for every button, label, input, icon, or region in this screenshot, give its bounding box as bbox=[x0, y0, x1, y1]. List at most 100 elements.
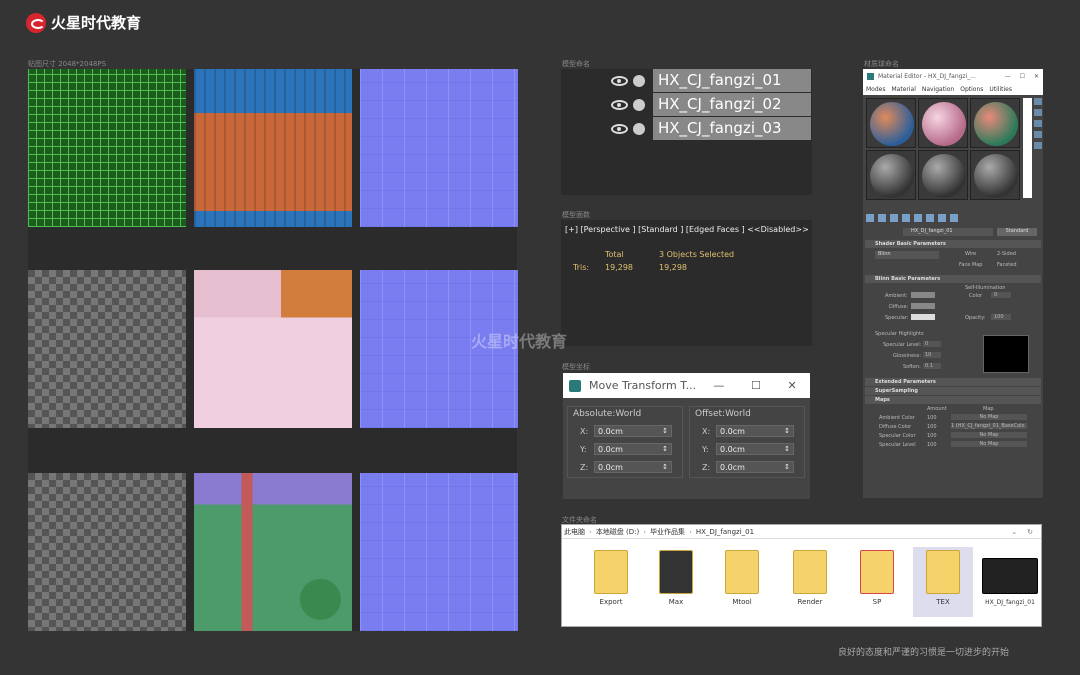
glossiness-field[interactable]: 10 bbox=[923, 352, 941, 358]
blinn-rollout[interactable]: Blinn Basic Parameters bbox=[865, 275, 1041, 283]
render-toggle-icon[interactable] bbox=[633, 74, 645, 87]
visibility-eye-icon[interactable] bbox=[611, 75, 628, 86]
folder-item[interactable]: Export bbox=[581, 550, 641, 606]
tool-icon[interactable] bbox=[890, 214, 898, 222]
total-label: Total bbox=[605, 250, 624, 259]
menu-options[interactable]: Options bbox=[960, 86, 983, 93]
offset-x-field[interactable]: 0.0cm bbox=[716, 425, 794, 437]
minimize-icon[interactable]: — bbox=[713, 379, 724, 392]
folder-label: TEX bbox=[936, 598, 950, 606]
layer-row[interactable]: HX_CJ_fangzi_01 bbox=[561, 69, 811, 92]
folder-item[interactable]: Render bbox=[780, 550, 840, 606]
breadcrumb-item[interactable]: 毕业作品集 bbox=[650, 527, 685, 537]
chevron-down-icon[interactable]: ⌄ bbox=[1011, 528, 1017, 536]
specular-swatch[interactable] bbox=[911, 314, 935, 320]
map-row-amount[interactable]: 100 bbox=[927, 424, 937, 430]
folder-item[interactable]: Max bbox=[646, 550, 706, 606]
layer-row[interactable]: HX_CJ_fangzi_02 bbox=[561, 93, 811, 116]
minimize-icon[interactable]: — bbox=[1005, 73, 1011, 80]
two-sided-checkbox[interactable]: 2-Sided bbox=[997, 251, 1016, 257]
extended-rollout[interactable]: Extended Parameters bbox=[865, 378, 1041, 386]
supersampling-rollout[interactable]: SuperSampling bbox=[865, 387, 1041, 395]
map-row-name: Ambient Color bbox=[879, 415, 915, 421]
shader-dropdown[interactable]: Blinn bbox=[875, 251, 939, 259]
visibility-eye-icon[interactable] bbox=[611, 99, 628, 110]
tool-icon[interactable] bbox=[878, 214, 886, 222]
folder-icon bbox=[793, 550, 827, 594]
viewport-label[interactable]: [+] [Perspective ] [Standard ] [Edged Fa… bbox=[565, 225, 809, 234]
material-slot[interactable] bbox=[970, 98, 1020, 148]
close-icon[interactable]: ✕ bbox=[787, 379, 796, 392]
maximize-icon[interactable]: ☐ bbox=[1020, 73, 1025, 80]
file-item[interactable]: HX_DJ_fangzi_01 bbox=[979, 550, 1041, 606]
folder-item-selected[interactable]: TEX bbox=[913, 547, 973, 617]
tool-icon[interactable] bbox=[1034, 131, 1042, 138]
map-row-button[interactable]: No Map bbox=[951, 432, 1027, 438]
offset-y-field[interactable]: 0.0cm bbox=[716, 443, 794, 455]
ambient-swatch[interactable] bbox=[911, 292, 935, 298]
specular-level-field[interactable]: 0 bbox=[923, 341, 941, 347]
uv-layout-1 bbox=[28, 69, 186, 227]
tool-icon[interactable] bbox=[866, 214, 874, 222]
absolute-z-field[interactable]: 0.0cm bbox=[594, 461, 672, 473]
menu-modes[interactable]: Modes bbox=[866, 86, 885, 93]
menu-material[interactable]: Material bbox=[891, 86, 915, 93]
render-toggle-icon[interactable] bbox=[633, 122, 645, 135]
material-type-button[interactable]: Standard bbox=[997, 228, 1037, 236]
shader-rollout[interactable]: Shader Basic Parameters bbox=[865, 240, 1041, 248]
face-map-checkbox[interactable]: Face Map bbox=[959, 262, 982, 268]
visibility-eye-icon[interactable] bbox=[611, 123, 628, 134]
opacity-value-field[interactable]: 100 bbox=[991, 314, 1011, 320]
map-row-amount[interactable]: 100 bbox=[927, 433, 937, 439]
tool-icon[interactable] bbox=[1034, 109, 1042, 116]
tool-icon[interactable] bbox=[914, 214, 922, 222]
material-slot[interactable] bbox=[970, 150, 1020, 200]
map-row-amount[interactable]: 100 bbox=[927, 442, 937, 448]
faceted-checkbox[interactable]: Faceted bbox=[997, 262, 1017, 268]
absolute-x-field[interactable]: 0.0cm bbox=[594, 425, 672, 437]
soften-field[interactable]: 0.1 bbox=[923, 363, 941, 369]
slot-scrollbar[interactable] bbox=[1023, 98, 1032, 198]
maximize-icon[interactable]: ☐ bbox=[751, 379, 761, 392]
menu-navigation[interactable]: Navigation bbox=[922, 86, 954, 93]
folder-item[interactable]: SP bbox=[847, 550, 907, 606]
tool-icon[interactable] bbox=[1034, 98, 1042, 105]
layer-row[interactable]: HX_CJ_fangzi_03 bbox=[561, 117, 811, 140]
refresh-icon[interactable]: ↻ bbox=[1027, 528, 1033, 536]
uv-layout-3 bbox=[28, 473, 186, 631]
breadcrumb-item[interactable]: HX_DJ_fangzi_01 bbox=[696, 528, 754, 536]
diffuse-swatch[interactable] bbox=[911, 303, 935, 309]
max-file-thumbnail-icon bbox=[982, 558, 1038, 594]
layer-name[interactable]: HX_CJ_fangzi_02 bbox=[653, 93, 811, 116]
map-row-button[interactable]: No Map bbox=[951, 441, 1027, 447]
tool-icon[interactable] bbox=[950, 214, 958, 222]
color-value-field[interactable]: 0 bbox=[991, 292, 1011, 298]
material-slot[interactable] bbox=[918, 150, 968, 200]
maps-rollout[interactable]: Maps bbox=[865, 396, 1041, 404]
material-slot[interactable] bbox=[866, 98, 916, 148]
map-row-button[interactable]: 1 (HX_CJ_fangzi_01_BaseColo bbox=[951, 423, 1027, 429]
tool-icon[interactable] bbox=[1034, 120, 1042, 127]
map-row-amount[interactable]: 100 bbox=[927, 415, 937, 421]
offset-z-field[interactable]: 0.0cm bbox=[716, 461, 794, 473]
breadcrumb-item[interactable]: 本地磁盘 (D:) bbox=[596, 527, 639, 537]
breadcrumb-item[interactable]: 此电脑 bbox=[564, 527, 585, 537]
folder-item[interactable]: Mtool bbox=[712, 550, 772, 606]
layer-name[interactable]: HX_CJ_fangzi_03 bbox=[653, 117, 811, 140]
layer-name[interactable]: HX_CJ_fangzi_01 bbox=[653, 69, 811, 92]
material-slot[interactable] bbox=[918, 98, 968, 148]
material-slot[interactable] bbox=[866, 150, 916, 200]
wire-checkbox[interactable]: Wire bbox=[965, 251, 976, 257]
axis-y-label: Y: bbox=[580, 444, 587, 454]
render-toggle-icon[interactable] bbox=[633, 98, 645, 111]
tool-icon[interactable] bbox=[938, 214, 946, 222]
tool-icon[interactable] bbox=[902, 214, 910, 222]
map-row-button[interactable]: No Map bbox=[951, 414, 1027, 420]
menu-utilities[interactable]: Utilities bbox=[989, 86, 1012, 93]
material-name-field[interactable]: HX_DJ_fangzi_01 bbox=[903, 228, 993, 236]
tool-icon[interactable] bbox=[926, 214, 934, 222]
absolute-y-field[interactable]: 0.0cm bbox=[594, 443, 672, 455]
basecolor-map-1 bbox=[194, 69, 352, 227]
tool-icon[interactable] bbox=[1034, 142, 1042, 149]
close-icon[interactable]: ✕ bbox=[1034, 73, 1039, 80]
